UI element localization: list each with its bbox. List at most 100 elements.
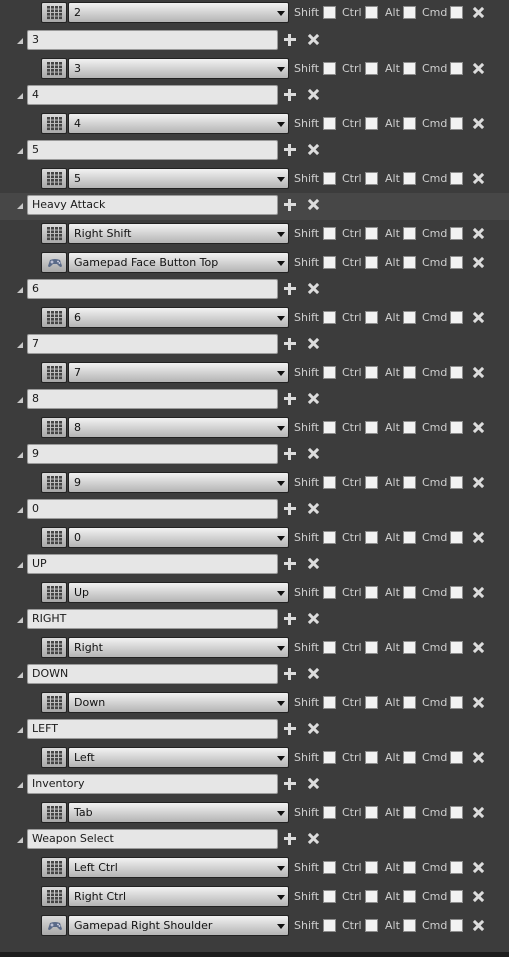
shift-checkbox[interactable] — [323, 62, 336, 75]
cmd-checkbox[interactable] — [450, 62, 463, 75]
cmd-checkbox[interactable] — [450, 586, 463, 599]
action-name-field[interactable]: 4 — [27, 85, 278, 105]
remove-action-button[interactable] — [307, 722, 321, 736]
shift-checkbox[interactable] — [323, 6, 336, 19]
alt-checkbox[interactable] — [403, 890, 416, 903]
ctrl-checkbox[interactable] — [365, 751, 378, 764]
remove-key-button[interactable] — [472, 919, 486, 933]
key-picker-button[interactable] — [41, 857, 67, 878]
add-key-button[interactable] — [283, 33, 297, 47]
cmd-checkbox[interactable] — [450, 751, 463, 764]
action-name-field[interactable]: Heavy Attack — [27, 195, 278, 215]
key-picker-button[interactable] — [41, 802, 67, 823]
key-picker-button[interactable] — [41, 886, 67, 907]
shift-checkbox[interactable] — [323, 890, 336, 903]
alt-checkbox[interactable] — [403, 366, 416, 379]
remove-key-button[interactable] — [472, 890, 486, 904]
action-name-field[interactable]: 9 — [27, 444, 278, 464]
ctrl-checkbox[interactable] — [365, 62, 378, 75]
shift-checkbox[interactable] — [323, 696, 336, 709]
collapse-arrow-icon[interactable] — [17, 93, 23, 99]
cmd-checkbox[interactable] — [450, 366, 463, 379]
key-dropdown[interactable]: Right — [68, 637, 289, 658]
key-picker-button[interactable] — [41, 168, 67, 189]
ctrl-checkbox[interactable] — [365, 366, 378, 379]
alt-checkbox[interactable] — [403, 861, 416, 874]
ctrl-checkbox[interactable] — [365, 256, 378, 269]
add-key-button[interactable] — [283, 88, 297, 102]
alt-checkbox[interactable] — [403, 421, 416, 434]
cmd-checkbox[interactable] — [450, 117, 463, 130]
action-name-field[interactable]: RIGHT — [27, 609, 278, 629]
add-key-button[interactable] — [283, 557, 297, 571]
add-key-button[interactable] — [283, 502, 297, 516]
action-name-field[interactable]: LEFT — [27, 719, 278, 739]
alt-checkbox[interactable] — [403, 117, 416, 130]
cmd-checkbox[interactable] — [450, 256, 463, 269]
remove-key-button[interactable] — [472, 117, 486, 131]
add-key-button[interactable] — [283, 777, 297, 791]
shift-checkbox[interactable] — [323, 117, 336, 130]
alt-checkbox[interactable] — [403, 696, 416, 709]
add-key-button[interactable] — [283, 612, 297, 626]
ctrl-checkbox[interactable] — [365, 586, 378, 599]
alt-checkbox[interactable] — [403, 586, 416, 599]
action-name-field[interactable]: Weapon Select — [27, 829, 278, 849]
shift-checkbox[interactable] — [323, 256, 336, 269]
remove-action-button[interactable] — [307, 777, 321, 791]
collapse-arrow-icon[interactable] — [17, 782, 23, 788]
key-picker-button[interactable] — [41, 747, 67, 768]
add-key-button[interactable] — [283, 722, 297, 736]
key-dropdown[interactable]: 0 — [68, 527, 289, 548]
collapse-arrow-icon[interactable] — [17, 452, 23, 458]
remove-key-button[interactable] — [472, 421, 486, 435]
cmd-checkbox[interactable] — [450, 861, 463, 874]
collapse-arrow-icon[interactable] — [17, 203, 23, 209]
add-key-button[interactable] — [283, 282, 297, 296]
key-dropdown[interactable]: Gamepad Face Button Top — [68, 252, 289, 273]
ctrl-checkbox[interactable] — [365, 861, 378, 874]
remove-action-button[interactable] — [307, 282, 321, 296]
collapse-arrow-icon[interactable] — [17, 617, 23, 623]
shift-checkbox[interactable] — [323, 366, 336, 379]
key-dropdown[interactable]: Tab — [68, 802, 289, 823]
shift-checkbox[interactable] — [323, 751, 336, 764]
remove-key-button[interactable] — [472, 641, 486, 655]
key-dropdown[interactable]: Up — [68, 582, 289, 603]
key-picker-button[interactable] — [41, 2, 67, 23]
ctrl-checkbox[interactable] — [365, 6, 378, 19]
shift-checkbox[interactable] — [323, 421, 336, 434]
remove-action-button[interactable] — [307, 88, 321, 102]
cmd-checkbox[interactable] — [450, 919, 463, 932]
add-key-button[interactable] — [283, 667, 297, 681]
action-name-field[interactable]: 0 — [27, 499, 278, 519]
cmd-checkbox[interactable] — [450, 696, 463, 709]
key-dropdown[interactable]: 8 — [68, 417, 289, 438]
key-dropdown[interactable]: 5 — [68, 168, 289, 189]
key-picker-button[interactable] — [41, 472, 67, 493]
alt-checkbox[interactable] — [403, 919, 416, 932]
ctrl-checkbox[interactable] — [365, 227, 378, 240]
remove-action-button[interactable] — [307, 198, 321, 212]
cmd-checkbox[interactable] — [450, 806, 463, 819]
action-name-field[interactable]: 3 — [27, 30, 278, 50]
action-name-field[interactable]: DOWN — [27, 664, 278, 684]
key-dropdown[interactable]: Left — [68, 747, 289, 768]
cmd-checkbox[interactable] — [450, 421, 463, 434]
alt-checkbox[interactable] — [403, 531, 416, 544]
key-picker-button[interactable] — [41, 307, 67, 328]
cmd-checkbox[interactable] — [450, 476, 463, 489]
ctrl-checkbox[interactable] — [365, 476, 378, 489]
remove-key-button[interactable] — [472, 172, 486, 186]
action-name-field[interactable]: Inventory — [27, 774, 278, 794]
key-dropdown[interactable]: 3 — [68, 58, 289, 79]
key-dropdown[interactable]: Down — [68, 692, 289, 713]
collapse-arrow-icon[interactable] — [17, 342, 23, 348]
shift-checkbox[interactable] — [323, 861, 336, 874]
shift-checkbox[interactable] — [323, 476, 336, 489]
ctrl-checkbox[interactable] — [365, 421, 378, 434]
key-picker-button[interactable] — [41, 637, 67, 658]
action-name-field[interactable]: UP — [27, 554, 278, 574]
shift-checkbox[interactable] — [323, 641, 336, 654]
remove-key-button[interactable] — [472, 861, 486, 875]
